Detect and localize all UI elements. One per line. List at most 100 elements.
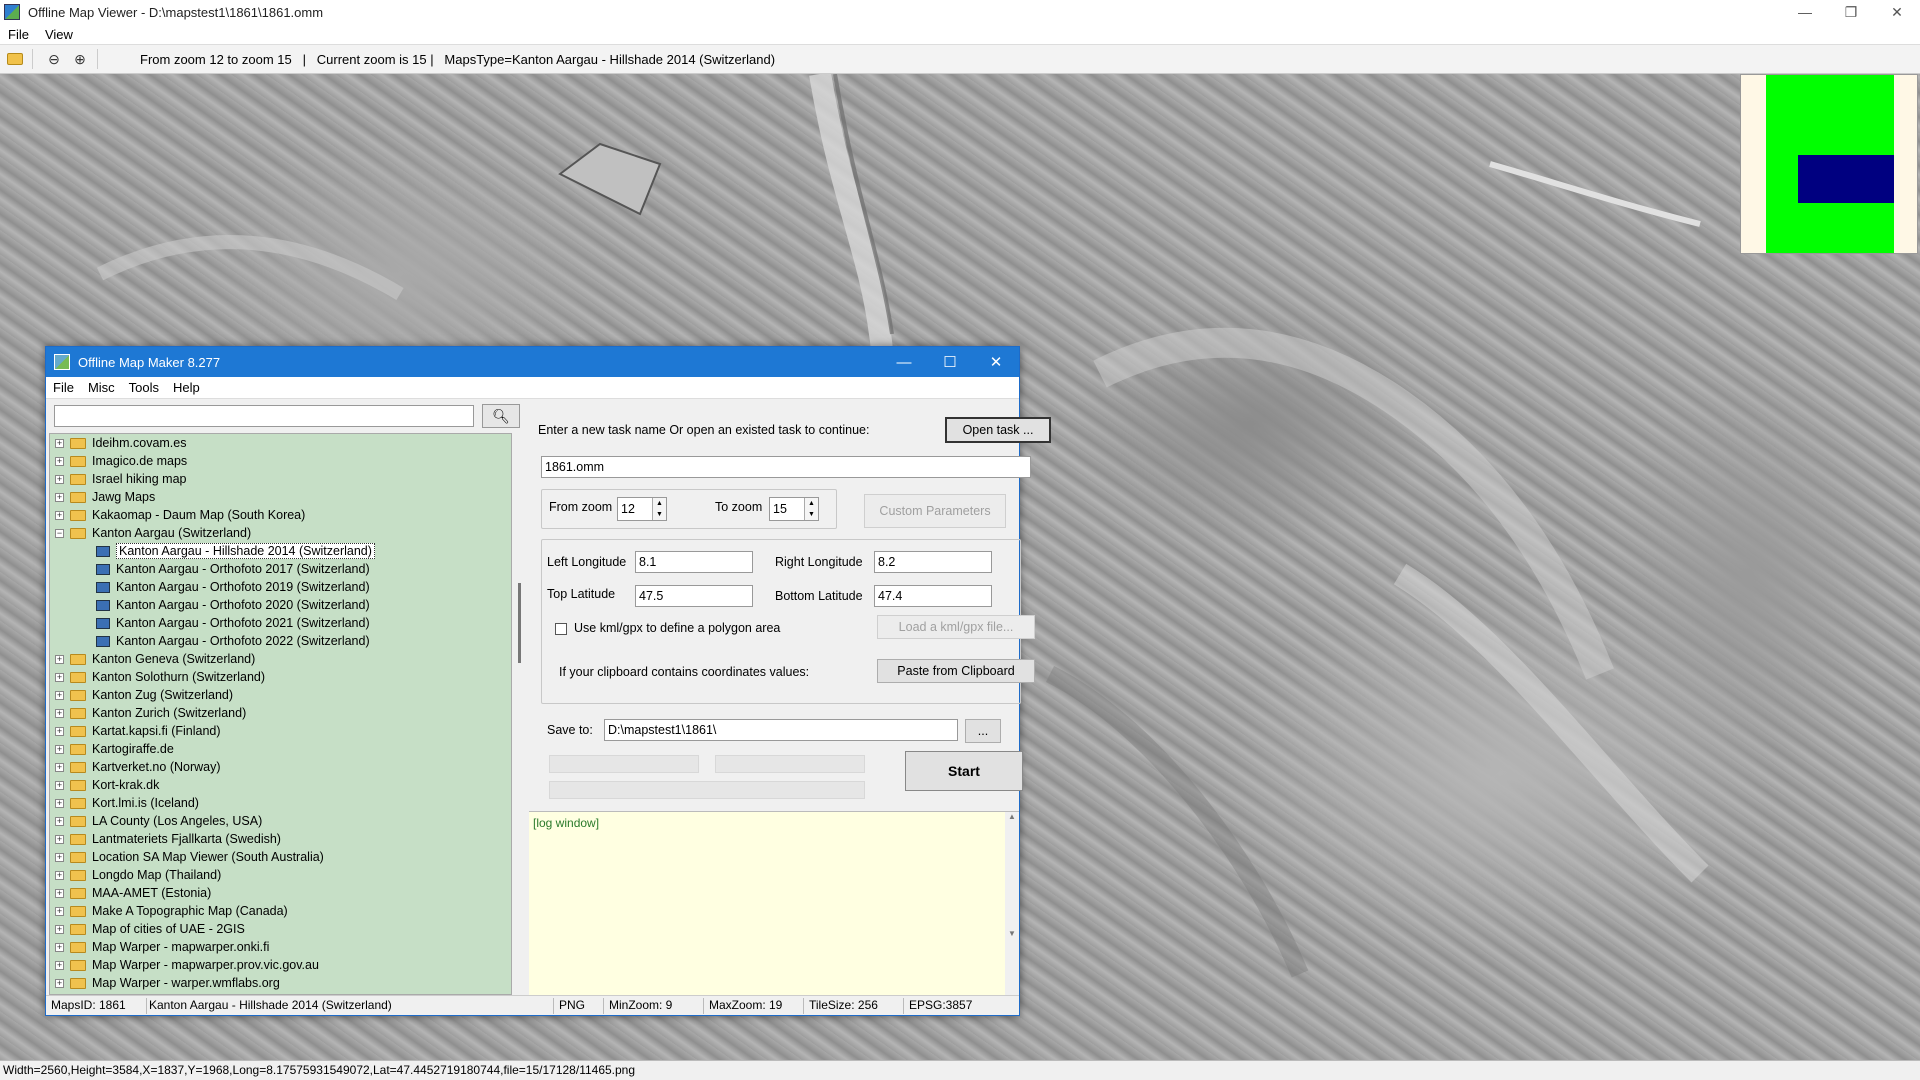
- tree-folder-item[interactable]: + Kartat.kapsi.fi (Finland): [50, 722, 511, 740]
- right-longitude-input[interactable]: 8.2: [874, 551, 992, 573]
- dialog-menu-help[interactable]: Help: [166, 380, 207, 395]
- task-name-input[interactable]: 1861.omm: [541, 456, 1031, 478]
- start-button[interactable]: Start: [905, 751, 1023, 791]
- dialog-close-button[interactable]: ✕: [973, 347, 1019, 377]
- custom-parameters-button[interactable]: Custom Parameters: [864, 494, 1006, 528]
- open-folder-button[interactable]: [4, 48, 26, 70]
- tree-folder-item[interactable]: + Kartogiraffe.de: [50, 740, 511, 758]
- browse-button[interactable]: ...: [965, 719, 1001, 743]
- tree-folder-item[interactable]: + Map Warper - warper.wmflabs.org: [50, 974, 511, 992]
- from-zoom-spinner[interactable]: 12 ▲ ▼: [617, 497, 667, 521]
- tree-folder-item[interactable]: + Map of cities of UAE - 2GIS: [50, 920, 511, 938]
- spinner-arrows-icon[interactable]: ▲ ▼: [652, 498, 666, 520]
- zoom-out-button[interactable]: ⊖: [43, 48, 65, 70]
- tree-map-item[interactable]: Kanton Aargau - Orthofoto 2019 (Switzerl…: [50, 578, 511, 596]
- expand-icon[interactable]: +: [55, 780, 64, 790]
- close-button[interactable]: ✕: [1874, 0, 1920, 24]
- expand-icon[interactable]: +: [55, 870, 64, 880]
- expand-icon[interactable]: +: [55, 834, 64, 844]
- tree-map-item[interactable]: Kanton Aargau - Orthofoto 2021 (Switzerl…: [50, 614, 511, 632]
- expand-icon[interactable]: +: [55, 456, 64, 466]
- menu-file[interactable]: File: [0, 27, 37, 42]
- tree-map-item[interactable]: Kanton Aargau - Orthofoto 2022 (Switzerl…: [50, 632, 511, 650]
- expand-icon[interactable]: +: [55, 438, 64, 448]
- expand-icon[interactable]: +: [55, 492, 64, 502]
- scrollbar-thumb[interactable]: [518, 583, 521, 663]
- top-latitude-input[interactable]: 47.5: [635, 585, 753, 607]
- open-task-button[interactable]: Open task ...: [945, 417, 1051, 443]
- expand-icon[interactable]: +: [55, 852, 64, 862]
- dialog-menu-tools[interactable]: Tools: [122, 380, 166, 395]
- expand-icon[interactable]: +: [55, 510, 64, 520]
- expand-icon[interactable]: +: [55, 672, 64, 682]
- tree-map-item[interactable]: Kanton Aargau - Orthofoto 2017 (Switzerl…: [50, 560, 511, 578]
- tree-folder-item[interactable]: + Jawg Maps: [50, 488, 511, 506]
- expand-icon[interactable]: +: [55, 924, 64, 934]
- tree-scrollbar[interactable]: [515, 433, 527, 995]
- save-to-input[interactable]: D:\mapstest1\1861\: [604, 719, 958, 741]
- tree-folder-item[interactable]: + Map Warper - mapwarper.prov.vic.gov.au: [50, 956, 511, 974]
- folder-icon: [70, 923, 86, 935]
- tree-folder-item[interactable]: + MAA-AMET (Estonia): [50, 884, 511, 902]
- expand-icon[interactable]: +: [55, 888, 64, 898]
- tree-folder-item[interactable]: + Kort-krak.dk: [50, 776, 511, 794]
- map-layer-icon: [96, 617, 110, 629]
- minimize-button[interactable]: —: [1782, 0, 1828, 24]
- folder-icon: [70, 869, 86, 881]
- tree-folder-item[interactable]: + Make A Topographic Map (Canada): [50, 902, 511, 920]
- expand-icon[interactable]: +: [55, 762, 64, 772]
- tree-folder-item[interactable]: + Kanton Geneva (Switzerland): [50, 650, 511, 668]
- bottom-latitude-input[interactable]: 47.4: [874, 585, 992, 607]
- tree-map-item[interactable]: Kanton Aargau - Hillshade 2014 (Switzerl…: [50, 542, 511, 560]
- expand-icon[interactable]: +: [55, 798, 64, 808]
- expand-icon[interactable]: +: [55, 960, 64, 970]
- tree-folder-item[interactable]: + Israel hiking map: [50, 470, 511, 488]
- paste-from-clipboard-button[interactable]: Paste from Clipboard: [877, 659, 1035, 683]
- expand-icon[interactable]: +: [55, 690, 64, 700]
- tree-folder-item[interactable]: + Kanton Zurich (Switzerland): [50, 704, 511, 722]
- tree-folder-item[interactable]: + Longdo Map (Thailand): [50, 866, 511, 884]
- expand-icon[interactable]: +: [55, 942, 64, 952]
- map-layer-icon: [96, 599, 110, 611]
- expand-icon[interactable]: +: [55, 708, 64, 718]
- tree-folder-item[interactable]: + Kartverket.no (Norway): [50, 758, 511, 776]
- dialog-maximize-button[interactable]: ☐: [927, 347, 973, 377]
- log-scrollbar[interactable]: ▲ ▼: [1005, 812, 1019, 996]
- expand-icon[interactable]: +: [55, 726, 64, 736]
- dialog-menu-misc[interactable]: Misc: [81, 380, 122, 395]
- log-window[interactable]: [log window] ▲ ▼: [529, 811, 1019, 996]
- tree-folder-item[interactable]: + Lantmateriets Fjallkarta (Swedish): [50, 830, 511, 848]
- expand-icon[interactable]: +: [55, 654, 64, 664]
- tree-folder-item[interactable]: − Kanton Aargau (Switzerland): [50, 524, 511, 542]
- map-search-input[interactable]: [54, 405, 474, 427]
- tree-folder-item[interactable]: + LA County (Los Angeles, USA): [50, 812, 511, 830]
- tree-folder-item[interactable]: + Imagico.de maps: [50, 452, 511, 470]
- tree-folder-item[interactable]: + Ideihm.covam.es: [50, 434, 511, 452]
- to-zoom-spinner[interactable]: 15 ▲ ▼: [769, 497, 819, 521]
- load-kml-button[interactable]: Load a kml/gpx file...: [877, 615, 1035, 639]
- dialog-menu-file[interactable]: File: [46, 380, 81, 395]
- tree-folder-item[interactable]: + Kanton Solothurn (Switzerland): [50, 668, 511, 686]
- collapse-icon[interactable]: −: [55, 528, 64, 538]
- tree-folder-item[interactable]: + Location SA Map Viewer (South Australia…: [50, 848, 511, 866]
- map-source-tree[interactable]: + Ideihm.covam.es + Imagico.de maps + Israel …: [49, 433, 512, 995]
- tree-folder-item[interactable]: + Map Warper - mapwarper.onki.fi: [50, 938, 511, 956]
- expand-icon[interactable]: +: [55, 816, 64, 826]
- tree-map-item[interactable]: Kanton Aargau - Orthofoto 2020 (Switzerl…: [50, 596, 511, 614]
- tree-folder-item[interactable]: + Kanton Zug (Switzerland): [50, 686, 511, 704]
- tree-folder-item[interactable]: + Kort.lmi.is (Iceland): [50, 794, 511, 812]
- search-button[interactable]: 🔍︎: [482, 404, 520, 428]
- dialog-minimize-button[interactable]: —: [881, 347, 927, 377]
- tree-folder-item[interactable]: + Kakaomap - Daum Map (South Korea): [50, 506, 511, 524]
- minimap[interactable]: [1740, 74, 1918, 254]
- restore-button[interactable]: ❐: [1828, 0, 1874, 24]
- expand-icon[interactable]: +: [55, 474, 64, 484]
- use-kml-checkbox[interactable]: [555, 623, 567, 635]
- zoom-in-button[interactable]: ⊕: [69, 48, 91, 70]
- spinner-arrows-icon[interactable]: ▲ ▼: [804, 498, 818, 520]
- left-longitude-input[interactable]: 8.1: [635, 551, 753, 573]
- expand-icon[interactable]: +: [55, 744, 64, 754]
- expand-icon[interactable]: +: [55, 906, 64, 916]
- expand-icon[interactable]: +: [55, 978, 64, 988]
- menu-view[interactable]: View: [37, 27, 81, 42]
